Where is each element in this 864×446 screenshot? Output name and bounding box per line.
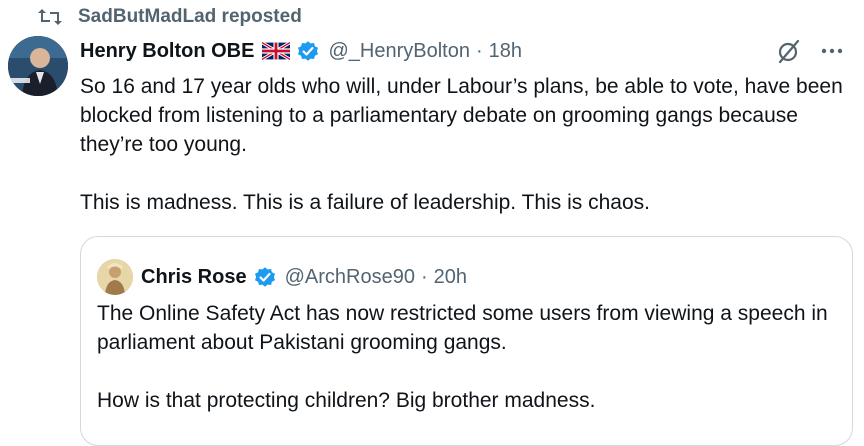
tweet-paragraph: So 16 and 17 year olds who will, under L… xyxy=(80,75,843,156)
more-options-icon[interactable] xyxy=(820,39,844,63)
author-handle[interactable]: @_HenryBolton xyxy=(328,40,469,63)
tweet-paragraph: This is madness. This is a failure of le… xyxy=(80,191,650,214)
separator: · xyxy=(420,265,428,288)
separator: · xyxy=(475,39,483,62)
author-name[interactable]: Henry Bolton OBE xyxy=(80,40,254,63)
quote-author-name: Chris Rose xyxy=(141,265,247,288)
tweet-header: Henry Bolton OBE @_HenryBolton · 18h xyxy=(80,36,844,66)
grok-icon[interactable] xyxy=(776,38,802,64)
quote-header: Chris Rose @ArchRose90 · 20h xyxy=(97,259,467,295)
quote-time: 20h xyxy=(433,265,468,288)
avatar-image xyxy=(8,36,68,96)
quote-paragraph: How is that protecting children? Big bro… xyxy=(97,389,596,412)
quote-body: The Online Safety Act has now restricted… xyxy=(97,299,837,415)
quote-author-handle: @ArchRose90 xyxy=(284,265,415,288)
author-avatar[interactable] xyxy=(8,36,68,96)
verified-badge-icon xyxy=(254,267,275,287)
repost-icon xyxy=(38,9,62,25)
tweet-body: So 16 and 17 year olds who will, under L… xyxy=(80,72,850,217)
quote-author-avatar xyxy=(97,259,133,295)
repost-indicator[interactable]: SadButMadLad reposted xyxy=(38,6,302,28)
uk-flag-icon xyxy=(262,42,291,60)
quote-paragraph: The Online Safety Act has now restricted… xyxy=(97,302,828,354)
repost-text: SadButMadLad reposted xyxy=(78,6,302,27)
quoted-tweet[interactable]: Chris Rose @ArchRose90 · 20h The Online … xyxy=(80,236,853,446)
verified-badge-icon xyxy=(298,41,319,61)
quote-avatar-image xyxy=(97,259,133,295)
tweet-time[interactable]: 18h xyxy=(489,40,522,63)
